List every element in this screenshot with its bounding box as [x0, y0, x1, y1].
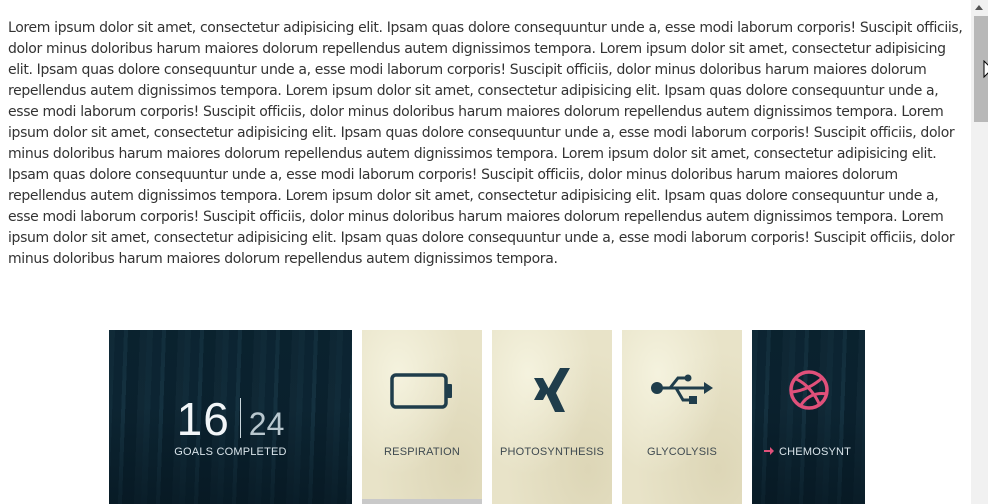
counter-divider: [239, 398, 241, 438]
tile-label-photosynthesis: PHOTOSYNTHESIS: [499, 446, 605, 458]
tile-label-respiration: RESPIRATION: [384, 446, 460, 458]
tile-goals-completed[interactable]: 16 24 GOALS COMPLETED: [109, 330, 352, 504]
tile-label-row-chemosynt: CHEMOSYNT: [764, 446, 865, 458]
usb-icon: [651, 374, 713, 404]
tile-label-goals-completed: GOALS COMPLETED: [174, 446, 287, 458]
tile-respiration[interactable]: RESPIRATION: [362, 330, 482, 504]
goals-counter: 16 24: [109, 392, 352, 446]
lorem-paragraph: Lorem ipsum dolor sit amet, consectetur …: [8, 20, 963, 267]
tile-glycolysis[interactable]: GLYCOLYSIS: [622, 330, 742, 504]
battery-icon: [390, 373, 452, 409]
tile-label-glycolysis: GLYCOLYSIS: [646, 446, 718, 458]
scroll-up-arrow-icon[interactable]: [975, 5, 983, 10]
tile-photosynthesis[interactable]: PHOTOSYNTHESIS: [492, 330, 612, 504]
arrow-right-icon: [764, 447, 774, 455]
goals-completed-count: 16: [176, 393, 230, 445]
dribbble-icon: [788, 370, 829, 410]
goals-total-count: 24: [248, 406, 285, 442]
tile-label-chemosynt: CHEMOSYNT: [779, 446, 852, 458]
xing-icon: [534, 368, 570, 412]
tile-chemosynt[interactable]: CHEMOSYNT: [752, 330, 865, 504]
mouse-cursor-icon: [983, 60, 988, 82]
